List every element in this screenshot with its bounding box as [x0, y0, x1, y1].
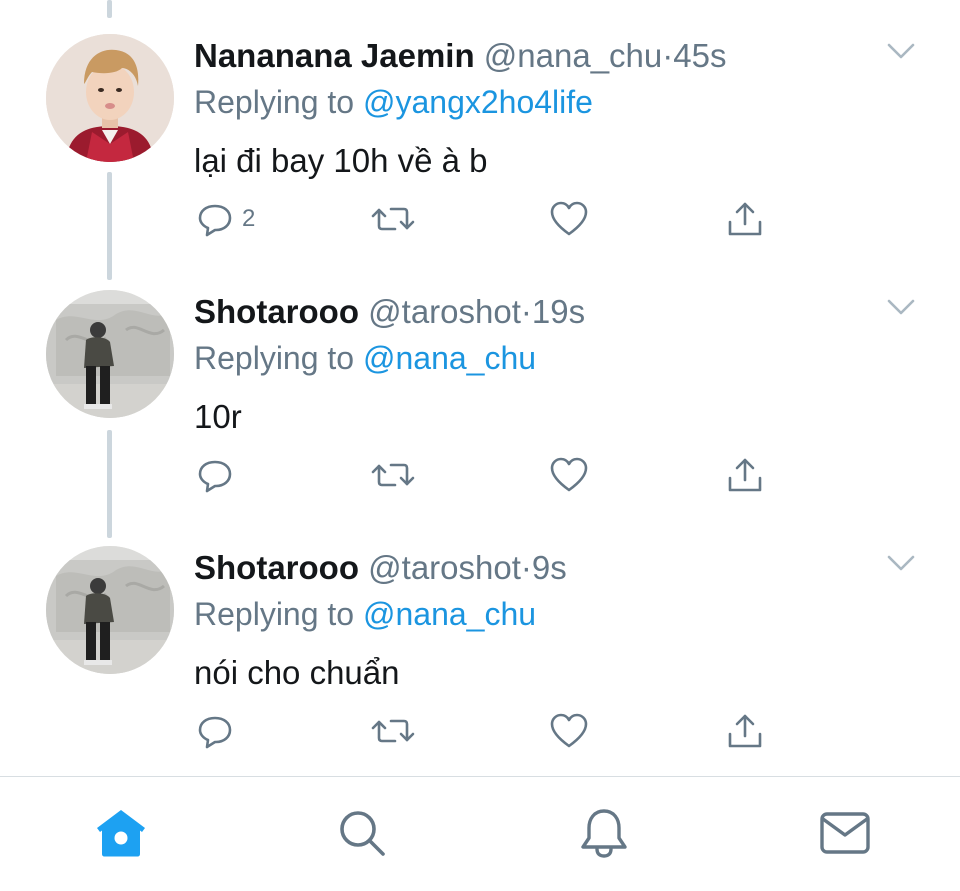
tweet[interactable]: Shotarooo @taroshot·19s Replying to @nan… [0, 290, 960, 530]
share-icon [728, 458, 762, 492]
display-name[interactable]: Shotarooo [194, 549, 359, 586]
retweet-icon [371, 719, 415, 743]
tweet-actions [0, 709, 960, 753]
tweet[interactable]: Nananana Jaemin @nana_chu·45s Replying t… [0, 34, 960, 274]
bottom-tab-bar [0, 776, 960, 891]
avatar[interactable] [46, 34, 174, 162]
bell-icon [581, 809, 627, 858]
share-icon [728, 714, 762, 748]
timestamp[interactable]: 9s [532, 549, 567, 586]
tweet-text: lại đi bay 10h về à b [194, 142, 488, 179]
retweet-button[interactable] [371, 453, 415, 497]
user-handle[interactable]: @taroshot [368, 293, 521, 330]
share-icon [728, 202, 762, 236]
retweet-icon [371, 463, 415, 487]
tweet[interactable]: Shotarooo @taroshot·9s Replying to @nana… [0, 546, 960, 776]
retweet-icon [371, 207, 415, 231]
reply-button[interactable]: 2 [196, 197, 255, 241]
tab-search[interactable] [332, 805, 392, 861]
like-button[interactable] [549, 197, 589, 241]
heart-icon [550, 713, 588, 748]
tweet-actions: 2 [0, 197, 960, 241]
reply-icon [198, 460, 232, 493]
home-icon [97, 810, 145, 857]
replying-to-handle[interactable]: @yangx2ho4life [363, 84, 593, 120]
separator-dot: · [520, 293, 532, 330]
timestamp[interactable]: 45s [673, 37, 726, 74]
user-handle[interactable]: @taroshot [368, 549, 521, 586]
avatar[interactable] [46, 546, 174, 674]
heart-icon [550, 457, 588, 492]
replying-to: Replying to @yangx2ho4life [194, 80, 593, 124]
retweet-button[interactable] [371, 709, 415, 753]
user-handle[interactable]: @nana_chu [484, 37, 662, 74]
reply-button[interactable] [196, 709, 242, 753]
tweet-actions [0, 453, 960, 497]
reply-icon [198, 716, 232, 749]
tab-messages[interactable] [815, 805, 875, 861]
share-button[interactable] [726, 197, 764, 241]
replying-to: Replying to @nana_chu [194, 336, 536, 380]
replying-prefix: Replying to [194, 596, 355, 632]
separator-dot: · [662, 37, 674, 74]
tab-notifications[interactable] [574, 805, 634, 861]
like-button[interactable] [549, 709, 589, 753]
tweet-header: Nananana Jaemin @nana_chu·45s [194, 34, 727, 78]
timestamp[interactable]: 19s [532, 293, 585, 330]
thread-connector [107, 0, 112, 18]
separator-dot: · [520, 549, 532, 586]
chevron-down-icon[interactable] [885, 552, 917, 574]
tab-home[interactable] [91, 805, 151, 861]
mail-icon [820, 812, 870, 854]
retweet-button[interactable] [371, 197, 415, 241]
like-button[interactable] [549, 453, 589, 497]
share-button[interactable] [726, 453, 764, 497]
replying-to: Replying to @nana_chu [194, 592, 536, 636]
heart-icon [550, 201, 588, 236]
avatar-image [46, 290, 174, 418]
tweet-text: 10r [194, 398, 242, 435]
avatar-image [46, 34, 174, 162]
chevron-down-icon[interactable] [885, 296, 917, 318]
reply-icon [198, 204, 232, 237]
reply-count: 2 [242, 205, 256, 232]
search-icon [340, 811, 385, 856]
replying-to-handle[interactable]: @nana_chu [363, 596, 536, 632]
display-name[interactable]: Nananana Jaemin [194, 37, 475, 74]
tweet-header: Shotarooo @taroshot·19s [194, 290, 585, 334]
chevron-down-icon[interactable] [885, 40, 917, 62]
avatar-image [46, 546, 174, 674]
replying-to-handle[interactable]: @nana_chu [363, 340, 536, 376]
tweet-text: nói cho chuẩn [194, 654, 400, 691]
replying-prefix: Replying to [194, 340, 355, 376]
replying-prefix: Replying to [194, 84, 355, 120]
reply-button[interactable] [196, 453, 242, 497]
display-name[interactable]: Shotarooo [194, 293, 359, 330]
avatar[interactable] [46, 290, 174, 418]
share-button[interactable] [726, 709, 764, 753]
tweet-header: Shotarooo @taroshot·9s [194, 546, 567, 590]
